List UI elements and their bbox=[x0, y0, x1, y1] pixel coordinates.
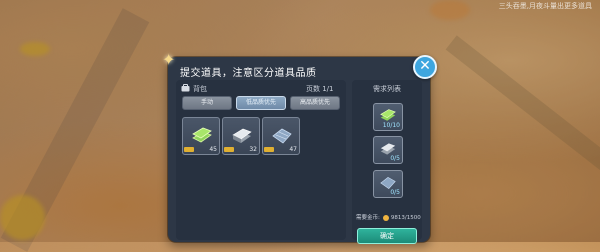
bag-item-blue-ore[interactable]: 47 bbox=[262, 117, 300, 155]
coin-requirement: 需要金币: 9813/1500 bbox=[356, 213, 421, 221]
item-count: 32 bbox=[249, 146, 257, 153]
requirement-count: 10/10 bbox=[382, 122, 400, 129]
quality-tag-icon bbox=[264, 147, 274, 152]
requirement-count: 0/5 bbox=[390, 189, 400, 196]
requirement-title: 需求列表 bbox=[373, 85, 401, 93]
bag-item-silver-ingot[interactable]: 32 bbox=[222, 117, 260, 155]
quality-tag-icon bbox=[184, 147, 194, 152]
close-icon: ✕ bbox=[419, 58, 431, 74]
item-count: 45 bbox=[209, 146, 217, 153]
bag-item-green-ingot[interactable]: 45 bbox=[182, 117, 220, 155]
requirement-item-silver-ingot: 0/5 bbox=[373, 136, 403, 164]
sort-high-quality-first-button[interactable]: 高品质优先 bbox=[290, 96, 340, 110]
bag-icon bbox=[181, 84, 190, 94]
requirement-count: 0/5 bbox=[390, 155, 400, 162]
requirement-item-green-ingot: 10/10 bbox=[373, 103, 403, 131]
close-button[interactable]: ✕ bbox=[413, 55, 437, 79]
dialog-title: 提交道具，注意区分道具品质 bbox=[180, 68, 317, 79]
coin-icon bbox=[382, 214, 389, 221]
sort-low-quality-first-button[interactable]: 低品质优先 bbox=[236, 96, 286, 110]
top-right-hint: 三头吞墨,月夜斗量出更多道具 bbox=[498, 2, 592, 10]
coin-value: 9813/1500 bbox=[390, 215, 421, 221]
coin-label: 需要金币: bbox=[356, 215, 380, 221]
quality-tag-icon bbox=[224, 147, 234, 152]
requirement-item-blue-ore: 0/5 bbox=[373, 170, 403, 198]
item-count: 47 bbox=[289, 146, 297, 153]
sort-manual-button[interactable]: 手动 bbox=[182, 96, 232, 110]
sparkle-icon: ✦ bbox=[162, 50, 176, 69]
bag-label: 背包 bbox=[193, 85, 207, 93]
page-indicator: 页数 1/1 bbox=[306, 85, 334, 93]
